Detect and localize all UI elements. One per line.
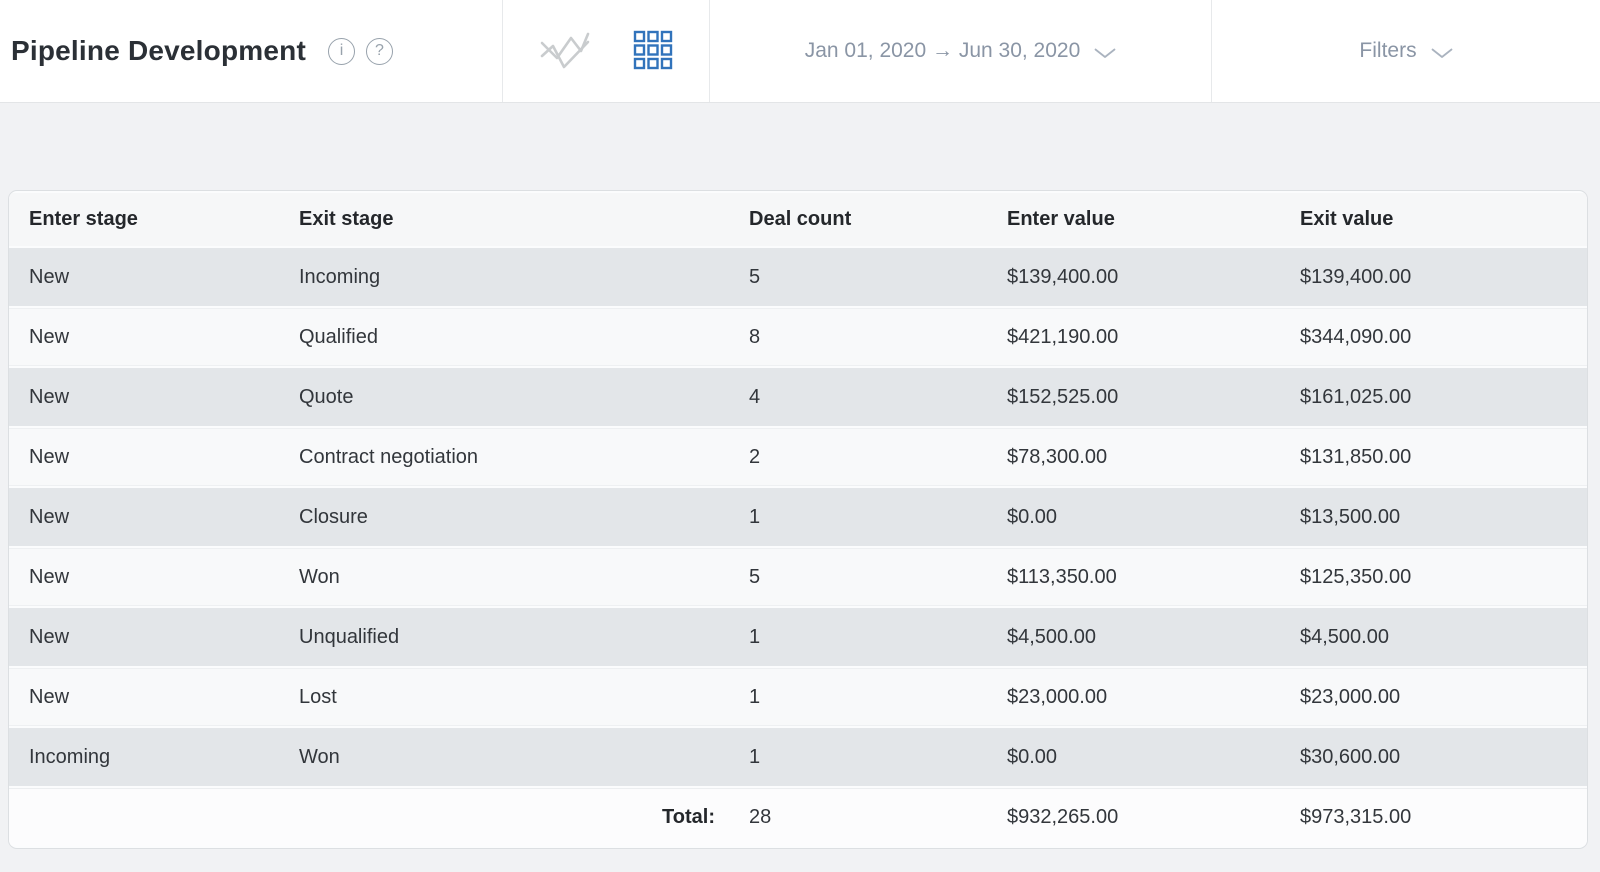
page-title: Pipeline Development [11,35,306,66]
column-header-enter-stage: Enter stage [9,193,279,246]
cell-enter-stage: New [9,608,279,666]
cell-exit-stage: Won [279,548,729,606]
total-exit-value: $973,315.00 [1280,788,1587,846]
chart-view-button[interactable] [535,25,595,78]
cell-enter-value: $4,500.00 [987,608,1280,666]
table-row: New Won 5 $113,350.00 $125,350.00 [9,548,1587,606]
table-row: New Incoming 5 $139,400.00 $139,400.00 [9,248,1587,306]
grid-icon [633,30,673,73]
cell-exit-stage: Contract negotiation [279,428,729,486]
cell-enter-value: $0.00 [987,488,1280,546]
cell-deal-count: 1 [729,668,987,726]
cell-deal-count: 8 [729,308,987,366]
cell-deal-count: 5 [729,248,987,306]
cell-enter-value: $139,400.00 [987,248,1280,306]
cell-enter-stage: New [9,548,279,606]
cell-exit-stage: Incoming [279,248,729,306]
report-title-section: Pipeline Development i ? [0,0,503,102]
date-range-section: Jan 01, 2020 → Jun 30, 2020 [710,0,1212,102]
cell-exit-stage: Qualified [279,308,729,366]
table-row: New Quote 4 $152,525.00 $161,025.00 [9,368,1587,426]
column-header-enter-value: Enter value [987,193,1280,246]
column-header-exit-value: Exit value [1280,193,1587,246]
total-enter-value: $932,265.00 [987,788,1280,846]
column-header-deal-count: Deal count [729,193,987,246]
cell-enter-value: $421,190.00 [987,308,1280,366]
filters-button[interactable]: Filters [1359,38,1452,65]
cell-deal-count: 1 [729,488,987,546]
cell-enter-value: $152,525.00 [987,368,1280,426]
cell-enter-value: $0.00 [987,728,1280,786]
cell-exit-stage: Quote [279,368,729,426]
total-label: Total: [279,788,729,846]
table-row: New Qualified 8 $421,190.00 $344,090.00 [9,308,1587,366]
cell-exit-value: $131,850.00 [1280,428,1587,486]
cell-exit-stage: Closure [279,488,729,546]
cell-exit-value: $125,350.00 [1280,548,1587,606]
cell-deal-count: 4 [729,368,987,426]
column-header-exit-stage: Exit stage [279,193,729,246]
cell-enter-stage: New [9,368,279,426]
cell-enter-value: $78,300.00 [987,428,1280,486]
filters-section: Filters [1212,0,1600,102]
total-row: Total: 28 $932,265.00 $973,315.00 [9,788,1587,846]
table-view-button[interactable] [629,26,677,77]
report-body: Enter stage Exit stage Deal count Enter … [0,103,1600,849]
cell-enter-stage: New [9,668,279,726]
table-row: New Lost 1 $23,000.00 $23,000.00 [9,668,1587,726]
cell-exit-value: $4,500.00 [1280,608,1587,666]
cell-exit-value: $23,000.00 [1280,668,1587,726]
cell-deal-count: 2 [729,428,987,486]
cell-enter-stage: New [9,488,279,546]
cell-enter-value: $113,350.00 [987,548,1280,606]
pipeline-table-card: Enter stage Exit stage Deal count Enter … [8,190,1588,849]
cell-enter-stage: Incoming [9,728,279,786]
date-range-text: Jan 01, 2020 → Jun 30, 2020 [804,39,1081,62]
cell-exit-value: $30,600.00 [1280,728,1587,786]
cell-exit-stage: Unqualified [279,608,729,666]
table-row: New Closure 1 $0.00 $13,500.00 [9,488,1587,546]
cell-deal-count: 1 [729,728,987,786]
view-toggle-group [503,0,710,102]
cell-enter-value: $23,000.00 [987,668,1280,726]
help-icon[interactable]: ? [365,37,393,65]
cell-deal-count: 5 [729,548,987,606]
cell-exit-value: $139,400.00 [1280,248,1587,306]
total-empty-cell [9,788,279,846]
date-range-selector[interactable]: Jan 01, 2020 → Jun 30, 2020 [805,38,1117,65]
table-row: Incoming Won 1 $0.00 $30,600.00 [9,728,1587,786]
chevron-down-icon [1094,41,1116,65]
line-chart-icon [539,29,591,74]
table-row: New Contract negotiation 2 $78,300.00 $1… [9,428,1587,486]
cell-enter-stage: New [9,308,279,366]
table-row: New Unqualified 1 $4,500.00 $4,500.00 [9,608,1587,666]
cell-exit-value: $13,500.00 [1280,488,1587,546]
cell-enter-stage: New [9,248,279,306]
report-toolbar: Pipeline Development i ? Jan 01, 2020 → … [0,0,1600,103]
cell-exit-value: $344,090.00 [1280,308,1587,366]
cell-exit-value: $161,025.00 [1280,368,1587,426]
table-header-row: Enter stage Exit stage Deal count Enter … [9,193,1587,246]
chevron-down-icon [1431,41,1453,65]
pipeline-table: Enter stage Exit stage Deal count Enter … [9,191,1587,848]
cell-enter-stage: New [9,428,279,486]
cell-exit-stage: Lost [279,668,729,726]
filters-label: Filters [1359,39,1417,62]
cell-deal-count: 1 [729,608,987,666]
info-icon[interactable]: i [327,37,355,65]
cell-exit-stage: Won [279,728,729,786]
total-deal-count: 28 [729,788,987,846]
